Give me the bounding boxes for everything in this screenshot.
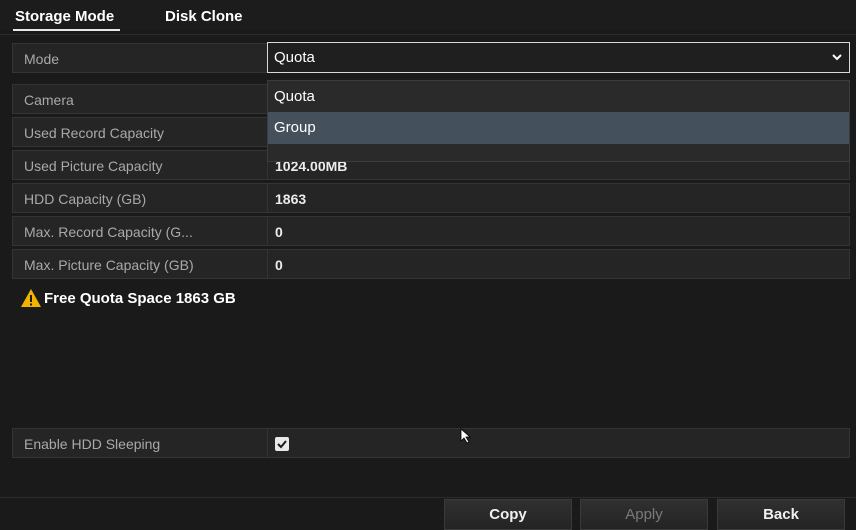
row-divider xyxy=(267,250,268,278)
back-button[interactable]: Back xyxy=(717,499,845,530)
max-record-input[interactable]: 0 xyxy=(275,224,283,240)
mode-select[interactable]: Quota xyxy=(267,42,850,73)
tab-divider xyxy=(0,34,856,35)
max-picture-row: Max. Picture Capacity (GB) 0 xyxy=(12,249,850,279)
warning-triangle-icon xyxy=(21,289,41,307)
mode-option-group[interactable]: Group xyxy=(268,112,849,144)
hdd-sleeping-label: Enable HDD Sleeping xyxy=(24,436,161,452)
hdd-capacity-row: HDD Capacity (GB) 1863 xyxy=(12,183,850,213)
free-quota-text: Free Quota Space 1863 GB xyxy=(44,289,236,307)
row-divider xyxy=(267,217,268,245)
max-record-row: Max. Record Capacity (G... 0 xyxy=(12,216,850,246)
tab-bar: Storage Mode Disk Clone xyxy=(0,0,856,31)
tab-storage-mode[interactable]: Storage Mode xyxy=(12,8,121,31)
chevron-down-icon xyxy=(832,54,842,61)
used-record-label: Used Record Capacity xyxy=(24,125,165,141)
tab-disk-clone[interactable]: Disk Clone xyxy=(165,8,243,25)
mode-select-value: Quota xyxy=(274,49,315,66)
mode-option-quota[interactable]: Quota xyxy=(268,81,849,113)
footer-divider xyxy=(0,497,856,498)
hdd-sleeping-checkbox[interactable] xyxy=(275,437,289,451)
mode-dropdown-list: Quota Group xyxy=(267,80,850,162)
apply-button[interactable]: Apply xyxy=(580,499,708,530)
hdd-sleeping-row: Enable HDD Sleeping xyxy=(12,428,850,458)
used-picture-label: Used Picture Capacity xyxy=(24,158,163,174)
copy-button[interactable]: Copy xyxy=(444,499,572,530)
max-picture-label: Max. Picture Capacity (GB) xyxy=(24,257,194,273)
mouse-cursor-icon xyxy=(460,428,472,444)
checkmark-icon xyxy=(277,440,287,449)
max-record-label: Max. Record Capacity (G... xyxy=(24,224,193,240)
hdd-capacity-label: HDD Capacity (GB) xyxy=(24,191,147,207)
max-picture-input[interactable]: 0 xyxy=(275,257,283,273)
hdd-capacity-value: 1863 xyxy=(275,191,307,207)
free-quota-warning: Free Quota Space 1863 GB xyxy=(20,288,236,308)
mode-label: Mode xyxy=(24,51,60,67)
camera-label: Camera xyxy=(24,92,74,108)
row-divider xyxy=(267,429,268,457)
row-divider xyxy=(267,184,268,212)
